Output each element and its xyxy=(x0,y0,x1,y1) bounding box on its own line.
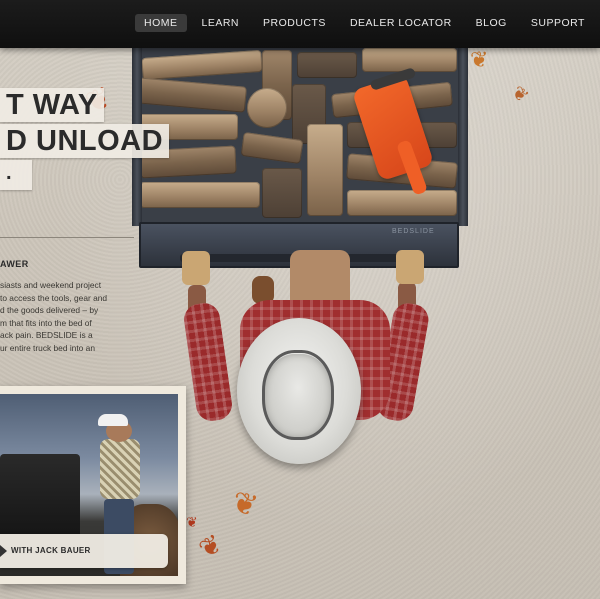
nav-products[interactable]: PRODUCTS xyxy=(254,14,335,32)
intro-line: m that fits into the bed of xyxy=(0,317,92,328)
cowboy-hat-band xyxy=(262,350,334,440)
hero-headline-line3: . xyxy=(0,160,32,190)
log xyxy=(307,124,343,216)
maple-leaf-icon: ❦ xyxy=(186,515,198,531)
glove-left xyxy=(182,251,210,285)
bed-rail-right xyxy=(458,48,468,226)
video-caption-text: WITH JACK BAUER xyxy=(11,546,91,555)
glove-right xyxy=(396,250,424,284)
bedslide-brand-mark: BEDSLIDE xyxy=(392,228,435,235)
intro-line: siasts and weekend project xyxy=(0,280,102,290)
intro-paragraph: siasts and weekend project to access the… xyxy=(0,279,118,355)
nav-dealer-locator[interactable]: DEALER LOCATOR xyxy=(341,14,461,32)
thumbnail-person-shirt xyxy=(100,439,140,499)
video-caption[interactable]: WITH JACK BAUER xyxy=(0,534,168,568)
main-nav: HOME LEARN PRODUCTS DEALER LOCATOR BLOG … xyxy=(135,14,600,32)
section-subhead: AWER xyxy=(0,259,29,269)
log-end xyxy=(247,88,287,128)
intro-line: d the goods delivered – by xyxy=(0,305,99,316)
log xyxy=(262,168,302,218)
thumbnail-person-cap xyxy=(98,414,128,426)
log xyxy=(297,52,357,78)
play-icon[interactable] xyxy=(0,545,7,557)
nav-home[interactable]: HOME xyxy=(135,14,187,32)
log xyxy=(141,49,263,81)
maple-leaf-icon: ❦ xyxy=(470,48,489,73)
log xyxy=(347,190,457,216)
intro-line: ack pain. BEDSLIDE is a xyxy=(0,330,93,341)
nav-learn[interactable]: LEARN xyxy=(193,14,249,32)
section-divider xyxy=(0,237,134,238)
top-navigation-bar: HOME LEARN PRODUCTS DEALER LOCATOR BLOG … xyxy=(0,0,600,48)
nav-blog[interactable]: BLOG xyxy=(467,14,516,32)
intro-line: ur entire truck bed into an xyxy=(0,342,95,353)
nav-support[interactable]: SUPPORT xyxy=(522,14,594,32)
log xyxy=(140,182,260,208)
intro-line: to access the tools, gear and xyxy=(0,292,108,303)
log xyxy=(135,77,247,113)
hero-headline-line1: T WAY xyxy=(0,88,104,122)
hero-headline-line2: D UNLOAD xyxy=(0,124,170,158)
